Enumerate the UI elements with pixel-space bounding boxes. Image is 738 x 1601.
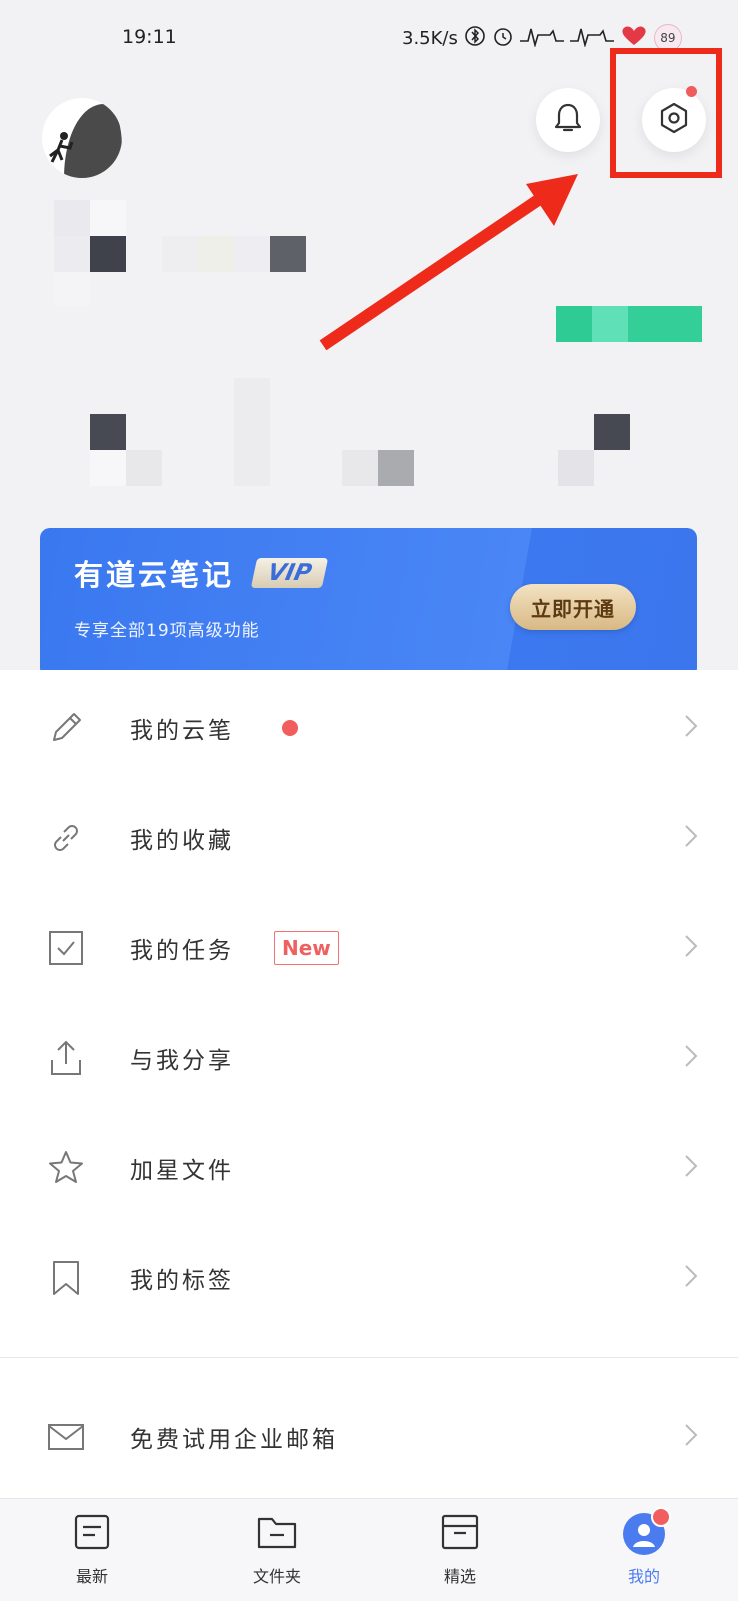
tab-featured[interactable]: 精选: [410, 1513, 510, 1587]
menu-item-label: 免费试用企业邮箱: [130, 1427, 338, 1453]
tab-latest[interactable]: 最新: [42, 1513, 142, 1587]
chevron-right-icon: [684, 1264, 698, 1292]
tab-label: 文件夹: [252, 1567, 301, 1586]
red-arrow-annotation: [300, 160, 600, 354]
chevron-right-icon: [684, 1044, 698, 1072]
mail-icon: [46, 1417, 86, 1457]
share-icon: [46, 1038, 86, 1078]
vip-subtitle: 专享全部19项高级功能: [74, 621, 260, 641]
note-icon: [73, 1513, 111, 1555]
menu-item-tasks[interactable]: 我的任务 New: [0, 898, 738, 998]
bookmark-icon: [46, 1258, 86, 1298]
menu-list: 我的云笔 我的收藏 我的任务 New 与我分享 加星文件 我的标签 免费试用企业…: [0, 670, 738, 1500]
menu-item-label: 我的云笔: [130, 718, 234, 744]
menu-item-enterprise-mail[interactable]: 免费试用企业邮箱: [0, 1387, 738, 1487]
vip-banner[interactable]: 有道云笔记 VIP 专享全部19项高级功能 立即开通: [40, 528, 697, 678]
network-speed: 3.5K/s: [402, 27, 458, 49]
highlight-box: [610, 48, 722, 178]
vip-title: 有道云笔记: [74, 558, 235, 592]
tab-notification-dot: [651, 1507, 671, 1527]
star-icon: [46, 1148, 86, 1188]
menu-item-favorites[interactable]: 我的收藏: [0, 788, 738, 888]
menu-item-label: 与我分享: [130, 1048, 234, 1074]
chevron-right-icon: [684, 714, 698, 742]
folder-icon: [256, 1513, 298, 1555]
menu-item-shared-with-me[interactable]: 与我分享: [0, 1008, 738, 1108]
menu-item-label: 我的任务: [130, 938, 234, 964]
bottom-tab-bar: 最新 文件夹 精选 我的: [0, 1498, 738, 1601]
alarm-icon: [492, 25, 514, 52]
chevron-right-icon: [684, 934, 698, 962]
avatar[interactable]: [42, 98, 122, 178]
link-icon: [46, 818, 86, 858]
menu-item-label: 我的标签: [130, 1268, 234, 1294]
pencil-icon: [46, 708, 86, 748]
tab-mine[interactable]: 我的: [594, 1507, 694, 1587]
signal-hd-icon-2: [569, 25, 614, 52]
menu-item-tags[interactable]: 我的标签: [0, 1228, 738, 1328]
menu-item-my-notes[interactable]: 我的云笔: [0, 678, 738, 778]
vip-activate-button[interactable]: 立即开通: [510, 584, 636, 630]
chevron-right-icon: [684, 1423, 698, 1451]
tab-label: 最新: [75, 1567, 108, 1586]
menu-item-label: 加星文件: [130, 1158, 234, 1184]
unread-dot: [282, 720, 298, 736]
profile-icon: [623, 1507, 671, 1555]
status-time: 19:11: [122, 26, 177, 48]
new-badge: New: [274, 931, 339, 965]
bluetooth-icon: [464, 25, 486, 52]
notification-button[interactable]: [536, 88, 600, 152]
divider: [0, 1357, 738, 1358]
tab-folders[interactable]: 文件夹: [227, 1513, 327, 1587]
checkbox-icon: [46, 928, 86, 968]
signal-hd-icon: [519, 25, 564, 52]
chevron-right-icon: [684, 824, 698, 852]
bell-icon: [553, 102, 583, 138]
tab-label: 精选: [443, 1567, 476, 1586]
tab-label: 我的: [627, 1567, 660, 1586]
menu-item-starred[interactable]: 加星文件: [0, 1118, 738, 1218]
chevron-right-icon: [684, 1154, 698, 1182]
menu-item-label: 我的收藏: [130, 828, 234, 854]
vip-badge: VIP: [250, 558, 329, 588]
inbox-icon: [440, 1513, 480, 1555]
